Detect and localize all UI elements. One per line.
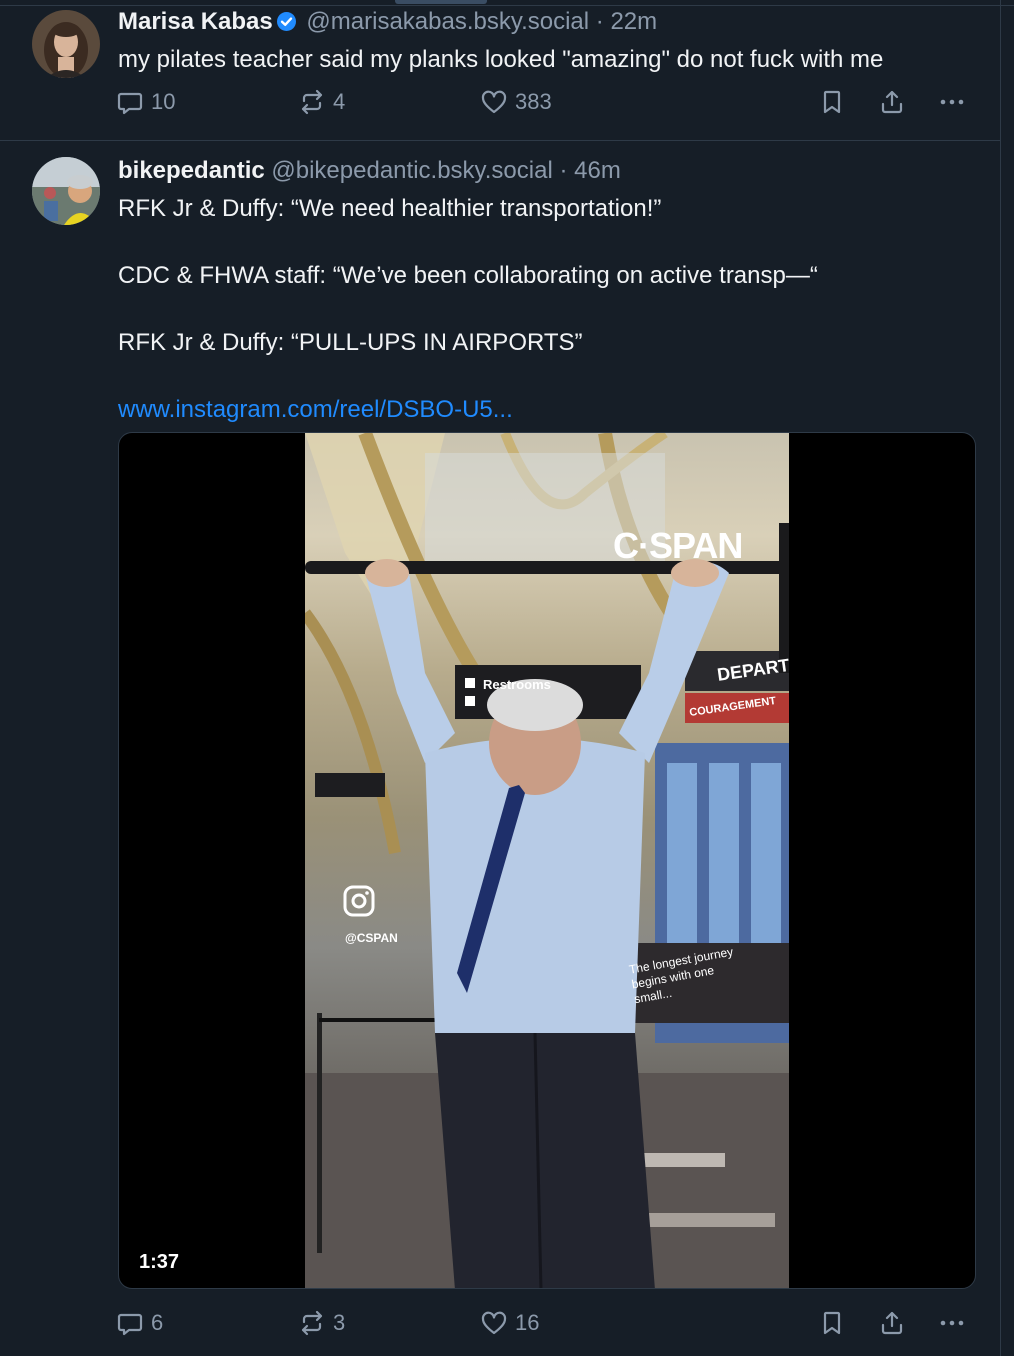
separator: · (559, 157, 568, 184)
reply-button[interactable]: 10 (116, 88, 175, 116)
bookmark-button[interactable] (818, 1309, 846, 1337)
like-icon (481, 90, 507, 114)
reply-count: 10 (151, 89, 176, 114)
like-button[interactable]: 16 (480, 1309, 539, 1337)
author-name[interactable]: Marisa Kabas (118, 8, 273, 35)
video-frame[interactable]: C·SPAN @CSPAN Restrooms DEPARTU COURAGEM… (305, 433, 789, 1288)
post-actions: 6 3 16 (116, 1309, 976, 1339)
share-button[interactable] (878, 88, 906, 116)
share-button[interactable] (878, 1309, 906, 1337)
author-handle[interactable]: @bikepedantic.bsky.social (271, 157, 552, 184)
post-card[interactable]: bikepedantic @bikepedantic.bsky.social ·… (0, 140, 1001, 1356)
repost-count: 4 (333, 89, 346, 114)
post-text-line: CDC & FHWA staff: “We’ve been collaborat… (118, 262, 818, 289)
bookmark-button[interactable] (818, 88, 846, 116)
post-time[interactable]: 22m (610, 8, 657, 35)
separator: · (595, 8, 604, 35)
post-text: my pilates teacher said my planks looked… (118, 43, 883, 77)
post-card[interactable]: Marisa Kabas @marisakabas.bsky.social · … (0, 0, 1001, 140)
like-button[interactable]: 383 (480, 88, 552, 116)
bookmark-icon (823, 90, 841, 114)
reply-icon (117, 92, 143, 115)
repost-button[interactable]: 4 (298, 88, 345, 116)
more-options-button[interactable] (938, 88, 966, 116)
repost-count: 3 (333, 1310, 346, 1335)
post-header: Marisa Kabas @marisakabas.bsky.social · … (118, 8, 657, 36)
bookmark-icon (823, 1311, 841, 1335)
verified-badge-icon[interactable] (276, 12, 296, 31)
avatar[interactable] (32, 10, 100, 78)
share-icon (881, 90, 903, 114)
post-text-line: RFK Jr & Duffy: “We need healthier trans… (118, 195, 662, 222)
more-icon (940, 1320, 964, 1326)
author-handle[interactable]: @marisakabas.bsky.social (306, 8, 589, 35)
repost-button[interactable]: 3 (298, 1309, 345, 1337)
video-duration: 1:37 (139, 1251, 180, 1273)
avatar[interactable] (32, 157, 100, 225)
post-feed: Marisa Kabas @marisakabas.bsky.social · … (0, 0, 1001, 1356)
reply-button[interactable]: 6 (116, 1309, 163, 1337)
like-icon (481, 1311, 507, 1335)
instagram-handle-tag: @CSPAN (345, 931, 398, 945)
repost-icon (301, 1310, 323, 1336)
video-player[interactable]: C·SPAN @CSPAN Restrooms DEPARTU COURAGEM… (118, 432, 976, 1289)
repost-icon (301, 89, 323, 115)
more-icon (940, 99, 964, 105)
more-options-button[interactable] (938, 1309, 966, 1337)
post-text: RFK Jr & Duffy: “We need healthier trans… (118, 192, 818, 427)
cspan-watermark: C·SPAN (613, 525, 743, 566)
external-link[interactable]: www.instagram.com/reel/DSBO-U5... (118, 393, 818, 427)
like-count: 383 (515, 89, 552, 114)
restrooms-sign: Restrooms (483, 677, 551, 692)
like-count: 16 (515, 1310, 540, 1335)
reply-count: 6 (151, 1310, 164, 1335)
post-text-line: my pilates teacher said my planks looked… (118, 46, 884, 73)
share-icon (881, 1311, 903, 1335)
author-name[interactable]: bikepedantic (118, 157, 265, 184)
post-text-line: RFK Jr & Duffy: “PULL-UPS IN AIRPORTS” (118, 329, 583, 356)
post-time[interactable]: 46m (574, 157, 621, 184)
post-actions: 10 4 383 (116, 88, 976, 118)
post-header: bikepedantic @bikepedantic.bsky.social ·… (118, 157, 621, 185)
instagram-icon (343, 885, 375, 917)
reply-icon (117, 1313, 143, 1336)
